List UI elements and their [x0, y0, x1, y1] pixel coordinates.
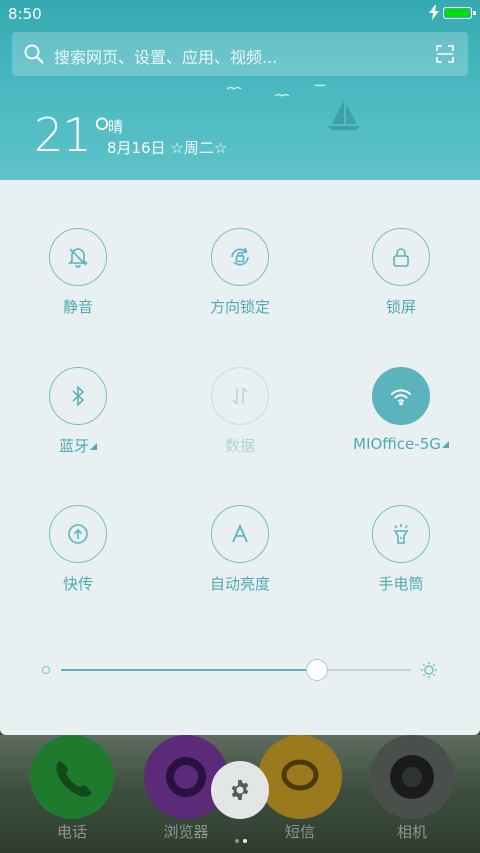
- page-dot: [235, 839, 239, 843]
- lock-icon: [372, 228, 430, 286]
- weather-date: 8月16日 ☆周二☆: [107, 139, 228, 157]
- weather-condition: 晴: [108, 118, 124, 136]
- toggle-label: 自动亮度: [209, 575, 270, 593]
- bluetooth-icon: [49, 367, 107, 425]
- camera-icon: [370, 735, 454, 819]
- rotation-lock-icon: [211, 228, 269, 286]
- toggle-flashlight[interactable]: 手电筒: [331, 505, 471, 615]
- toggle-rotation-lock[interactable]: 方向锁定: [170, 228, 310, 338]
- toggle-label: 手电筒: [378, 575, 424, 593]
- toggle-wifi[interactable]: MIOffice-5G: [331, 367, 471, 477]
- search-bar[interactable]: 搜索网页、设置、应用、视频...: [12, 32, 468, 76]
- sailboat-scenery: [226, 84, 360, 130]
- toggle-mute[interactable]: 静音: [8, 228, 148, 338]
- brightness-low-icon: [42, 666, 50, 674]
- quick-settings-panel: 静音 方向锁定 锁屏 蓝牙 数据 MIOffice-5G 快传 自动亮度 手电筒: [0, 180, 480, 735]
- toggle-auto-brightness[interactable]: 自动亮度: [170, 505, 310, 615]
- app-phone[interactable]: 电话: [20, 735, 120, 853]
- toggle-label: 蓝牙: [0, 435, 168, 456]
- toggle-label: 锁屏: [385, 298, 416, 316]
- weather-header: 8:50 搜索网页、设置、应用、视频... 21° 晴 8月16日 ☆周二☆: [0, 0, 480, 180]
- message-icon: [258, 735, 342, 819]
- toggle-label: MIOffice-5G: [311, 435, 480, 453]
- search-input[interactable]: 搜索网页、设置、应用、视频...: [54, 44, 277, 68]
- toggle-label: 方向锁定: [209, 298, 270, 316]
- expand-arrow-icon: [90, 443, 97, 450]
- app-label: 电话: [56, 823, 87, 841]
- status-time: 8:50: [8, 5, 42, 23]
- expand-arrow-icon: [441, 441, 449, 448]
- bell-off-icon: [49, 228, 107, 286]
- search-icon: [24, 44, 44, 64]
- scan-icon[interactable]: [436, 45, 454, 63]
- brightness-track[interactable]: [61, 659, 411, 681]
- wifi-icon: [372, 367, 430, 425]
- temperature: 21°: [34, 108, 114, 162]
- phone-icon: [30, 735, 114, 819]
- bolt-icon: [429, 5, 439, 20]
- flashlight-icon: [372, 505, 430, 563]
- auto-brightness-icon: [211, 505, 269, 563]
- page-indicator: [233, 828, 249, 847]
- toggle-label: 数据: [224, 437, 255, 455]
- gear-icon: [231, 780, 249, 800]
- brightness-high-icon: [421, 662, 437, 678]
- toggle-label: 快传: [62, 575, 93, 593]
- mobile-data-icon: [211, 367, 269, 425]
- transfer-icon: [49, 505, 107, 563]
- brightness-fill: [61, 669, 317, 671]
- toggle-quick-transfer[interactable]: 快传: [8, 505, 148, 615]
- battery-icon: [443, 7, 476, 19]
- toggle-lock-screen[interactable]: 锁屏: [331, 228, 471, 338]
- toggle-bluetooth[interactable]: 蓝牙: [8, 367, 148, 477]
- page-dot-active: [243, 839, 247, 843]
- app-label: 浏览器: [163, 823, 209, 841]
- toggle-label: 静音: [62, 298, 93, 316]
- settings-button[interactable]: [211, 761, 269, 819]
- app-label: 短信: [284, 823, 315, 841]
- app-camera[interactable]: 相机: [360, 735, 460, 853]
- brightness-slider[interactable]: [40, 658, 440, 682]
- brightness-thumb[interactable]: [305, 659, 328, 681]
- status-bar: 8:50: [0, 0, 480, 28]
- app-label: 相机: [396, 823, 427, 841]
- toggle-mobile-data[interactable]: 数据: [170, 367, 310, 477]
